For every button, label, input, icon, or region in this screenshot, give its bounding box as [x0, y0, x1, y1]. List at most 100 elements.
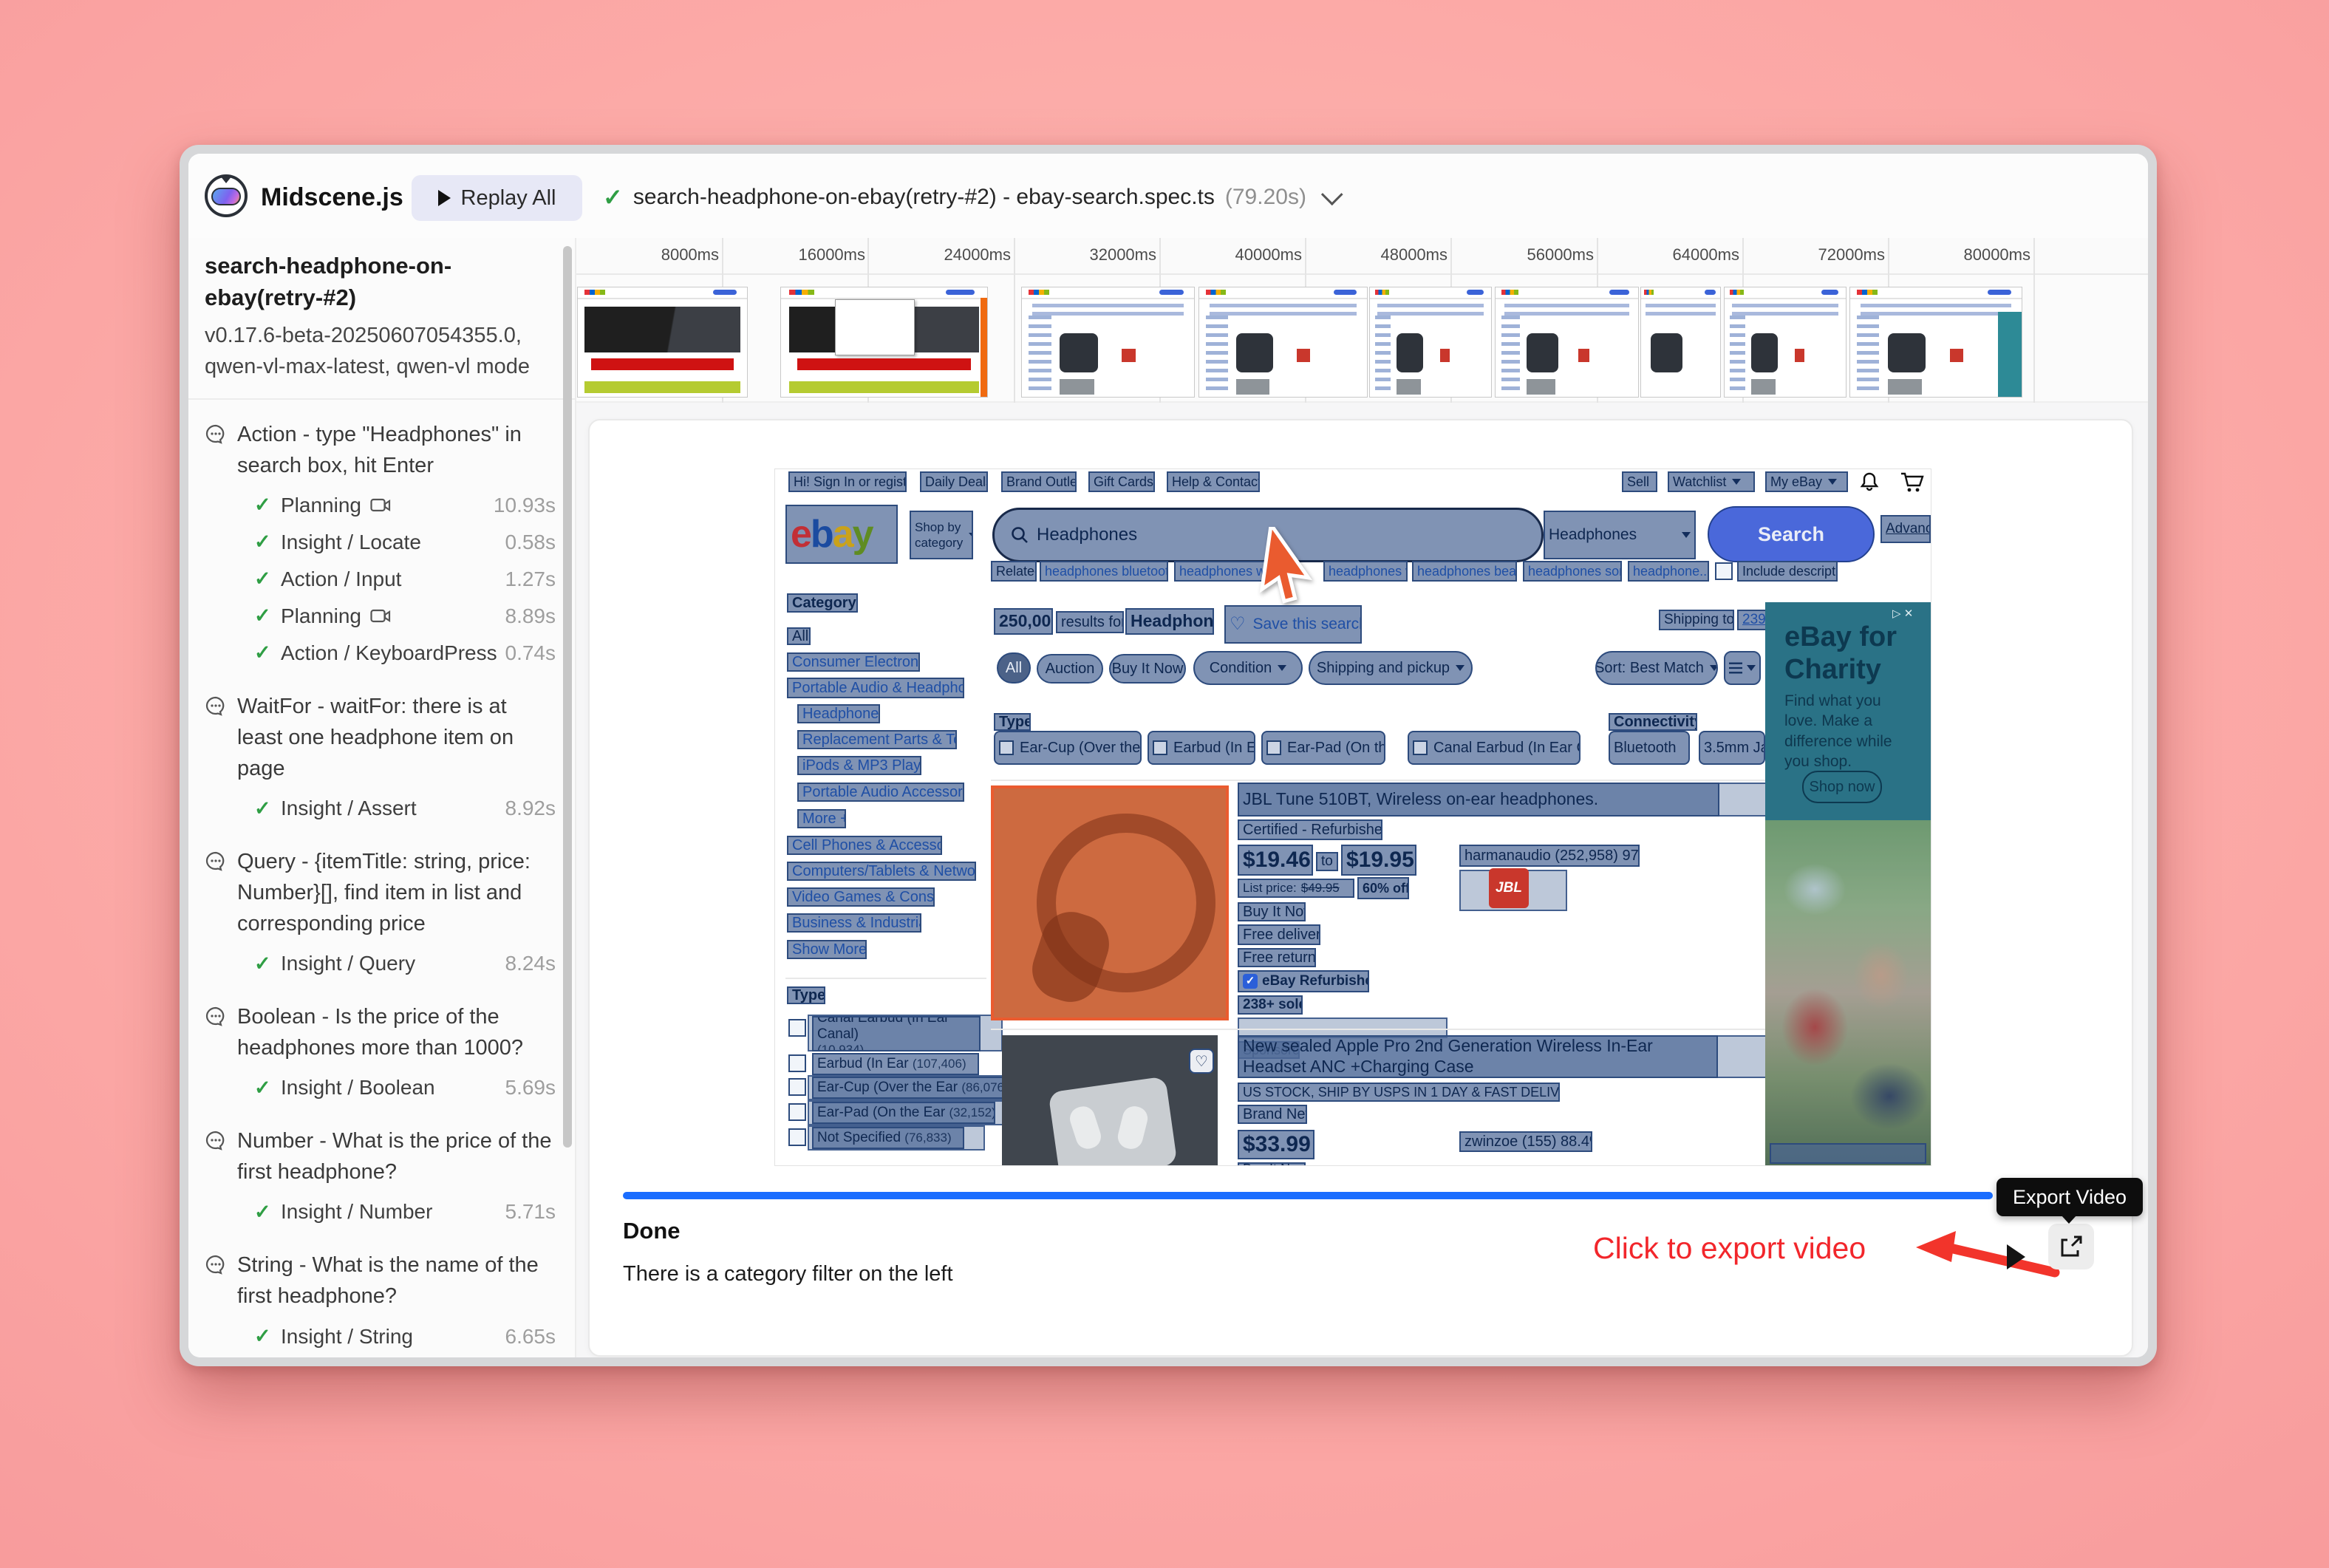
sidebar-group-string[interactable]: String - What is the name of the first h…: [205, 1250, 556, 1312]
charity-ad-body: Find what you love. Make a difference wh…: [1784, 691, 1906, 771]
timeline-thumbnail-9[interactable]: [1849, 287, 2022, 398]
speech-bubble-icon: [205, 1254, 227, 1276]
export-annotation: Click to export video: [1593, 1231, 1866, 1266]
sidebar-group-waitfor[interactable]: WaitFor - waitFor: there is at least one…: [205, 691, 556, 784]
step-insight-string[interactable]: ✓Insight / String6.65s: [205, 1318, 556, 1355]
watch-heart-button: ♡: [1189, 1049, 1214, 1074]
type-pill: Bluetooth: [1609, 731, 1690, 765]
sidebar-group-action-type[interactable]: Action - type "Headphones" in search box…: [205, 419, 556, 481]
desktop-background: Midscene.js Replay All ✓ search-headphon…: [0, 0, 2329, 1568]
timeline-thumbnail-6[interactable]: [1495, 287, 1639, 398]
results-count: 250,000+: [994, 608, 1053, 635]
timeline-thumbnail-2[interactable]: [780, 287, 988, 398]
include-description-checkbox: [1715, 562, 1733, 580]
item1-free-delivery: Free delivery: [1238, 924, 1320, 945]
timeline-tick: 8000ms: [579, 245, 719, 265]
timeline-thumbnail-3[interactable]: [1021, 287, 1195, 398]
timeline-tick: 32000ms: [1016, 245, 1156, 265]
type-filter-option: Earbud (In Ear (107,406): [812, 1053, 979, 1075]
type-filter-option: Not Specified (76,833): [812, 1127, 964, 1149]
ebay-search-scope-select: Headphones: [1544, 511, 1696, 559]
ebay-search-value: Headphones: [1037, 525, 1137, 545]
checked-checkbox-icon: ✓: [1243, 974, 1258, 989]
item1-sold: 238+ sold: [1238, 995, 1303, 1015]
adchoices-icon: ▷ ✕: [1892, 607, 1913, 620]
item1-price-low: $19.46: [1238, 845, 1313, 876]
ebay-related-term: headphones bluetooth: [1040, 561, 1168, 582]
step-planning-2[interactable]: ✓Planning8.89s: [205, 598, 556, 635]
ebay-include-description: Include description: [1737, 561, 1838, 582]
list-view-icon: [1729, 661, 1742, 675]
jbl-logo: JBL: [1489, 868, 1529, 908]
replay-all-button[interactable]: Replay All: [412, 175, 582, 221]
save-search-button: ♡Save this search: [1224, 605, 1362, 644]
step-action-input[interactable]: ✓Action / Input1.27s: [205, 561, 556, 598]
timeline-thumbnail-5[interactable]: [1369, 287, 1492, 398]
step-insight-assert[interactable]: ✓Insight / Assert8.92s: [205, 790, 556, 827]
timeline-tick: 16000ms: [725, 245, 865, 265]
sidebar-scrollbar[interactable]: [563, 246, 572, 1148]
ebay-category-item: More +: [797, 809, 846, 828]
filter-shipping: Shipping and pickup: [1309, 651, 1473, 685]
ebay-nav-gift-cards: Gift Cards: [1088, 471, 1155, 492]
test-status[interactable]: ✓ search-headphone-on-ebay(retry-#2) - e…: [603, 183, 1337, 211]
done-label: Done: [623, 1218, 681, 1244]
step-insight-number[interactable]: ✓Insight / Number5.71s: [205, 1193, 556, 1230]
ebay-related-label: Related:: [991, 561, 1037, 582]
step-planning-1[interactable]: ✓Planning10.93s: [205, 487, 556, 524]
export-video-button[interactable]: [2048, 1224, 2094, 1269]
divider: [188, 398, 575, 400]
type-filter-option: Ear-Pad (On the Ear (32,152): [812, 1102, 995, 1124]
type-filter-checkbox: [788, 1054, 806, 1072]
item1-free-returns: Free returns: [1238, 948, 1316, 967]
mouse-cursor-icon: [1254, 527, 1343, 616]
divider: [785, 978, 986, 979]
ebay-search-button: Search: [1708, 506, 1875, 562]
ebay-category-item: Headphones: [797, 704, 880, 723]
type-row-label: Type: [994, 713, 1031, 731]
item1-condition: Certified - Refurbished: [1238, 819, 1382, 840]
timeline-thumbnail-1[interactable]: [577, 287, 748, 398]
speech-bubble-icon: [205, 1006, 227, 1028]
group-label: String - What is the name of the first h…: [237, 1250, 556, 1312]
ebay-nav-daily-deals: Daily Deals: [920, 471, 988, 492]
group-label: WaitFor - waitFor: there is at least one…: [237, 691, 556, 784]
bell-icon: [1858, 471, 1880, 493]
timeline-thumbnail-8[interactable]: [1724, 287, 1847, 398]
filter-all: All: [997, 652, 1031, 684]
filter-auction: Auction: [1037, 654, 1103, 684]
type-pill: Earbud (In Ear: [1148, 731, 1255, 765]
charity-ad-overlay: [1770, 1143, 1926, 1164]
group-label: Action - type "Headphones" in search box…: [237, 419, 556, 481]
item1-discount: 60% off: [1357, 877, 1409, 899]
step-insight-locate[interactable]: ✓Insight / Locate0.58s: [205, 524, 556, 561]
item2-buy-it-now: Buy It Now: [1238, 1162, 1306, 1165]
filter-condition: Condition: [1193, 651, 1303, 685]
timeline-thumbnail-7[interactable]: [1640, 287, 1721, 398]
step-keyboardpress[interactable]: ✓Action / KeyboardPress0.74s: [205, 635, 556, 672]
type-filter-option: Canal Earbud (In Ear Canal)(10,934): [812, 1016, 981, 1051]
step-insight-query[interactable]: ✓Insight / Query8.24s: [205, 945, 556, 982]
filter-buy-it-now: Buy It Now: [1109, 654, 1186, 684]
timeline-thumbnail-4[interactable]: [1198, 287, 1368, 398]
ebay-nav-sell: Sell: [1622, 471, 1657, 492]
replay-screenshot[interactable]: Hi! Sign In or register Daily Deals Bran…: [775, 469, 1931, 1165]
midscene-logo-icon: [205, 174, 248, 217]
item2-seller: zwinzoe (155) 88.4%: [1459, 1131, 1592, 1152]
sidebar-group-number[interactable]: Number - What is the price of the first …: [205, 1125, 556, 1187]
play-next-icon[interactable]: [2007, 1244, 2025, 1269]
timeline-tick: 80000ms: [1890, 245, 2030, 265]
timeline-tick: 40000ms: [1162, 245, 1302, 265]
ebay-category-item: Video Games & Consoles: [787, 887, 935, 907]
divider: [991, 1029, 1768, 1030]
step-insight-boolean[interactable]: ✓Insight / Boolean5.69s: [205, 1069, 556, 1106]
red-arrow-icon: [1910, 1225, 2065, 1284]
video-camera-icon: [370, 497, 391, 514]
sidebar: search-headphone-on-ebay(retry-#2) v0.17…: [188, 238, 576, 1357]
heart-icon: ♡: [1230, 615, 1246, 635]
item2-image: [1002, 1035, 1218, 1165]
done-message: There is a category filter on the left: [623, 1262, 953, 1286]
sidebar-group-boolean[interactable]: Boolean - Is the price of the headphones…: [205, 1001, 556, 1063]
replay-progress-bar[interactable]: [623, 1192, 1993, 1199]
sidebar-group-query[interactable]: Query - {itemTitle: string, price: Numbe…: [205, 846, 556, 939]
